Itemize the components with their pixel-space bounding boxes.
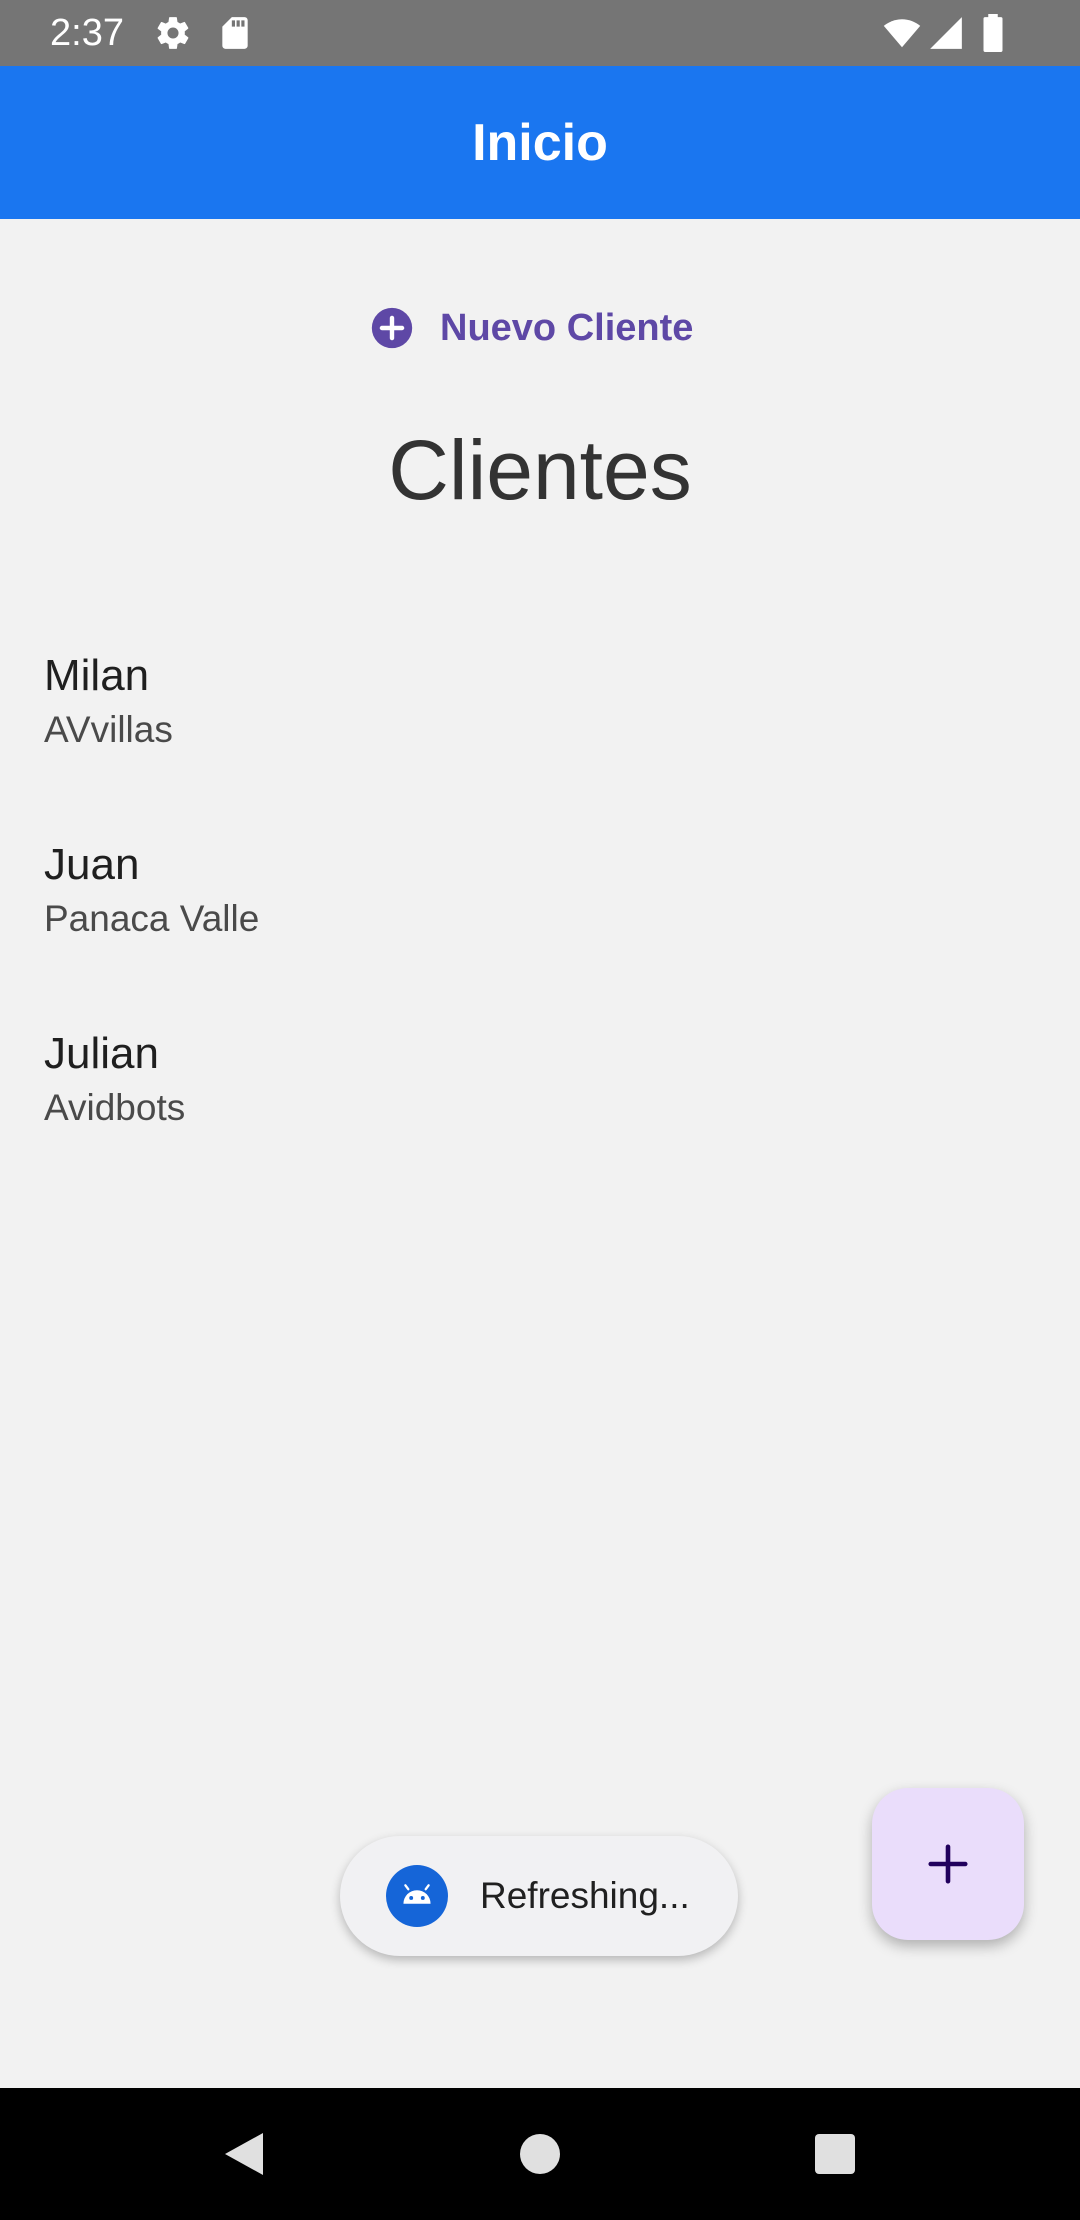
- app-title: Inicio: [472, 113, 608, 172]
- wifi-icon: [880, 14, 924, 52]
- recents-icon: [815, 2134, 855, 2174]
- back-icon: [225, 2133, 263, 2175]
- plus-icon: [928, 1844, 968, 1884]
- list-item[interactable]: Julian Avidbots: [0, 1018, 1080, 1207]
- new-client-label: Nuevo Cliente: [440, 306, 694, 349]
- signal-icon: [926, 14, 966, 52]
- list-item[interactable]: Milan AVvillas: [0, 640, 1080, 829]
- client-company: Panaca Valle: [44, 898, 260, 939]
- home-icon: [520, 2134, 560, 2174]
- client-company: AVvillas: [44, 709, 173, 750]
- back-button[interactable]: [204, 2114, 284, 2194]
- navigation-bar: [0, 2088, 1080, 2220]
- recents-button[interactable]: [795, 2114, 875, 2194]
- android-icon: [386, 1865, 448, 1927]
- app-bar: Inicio: [0, 66, 1080, 219]
- page-title: Clientes: [388, 423, 692, 517]
- status-bar: 2:37: [0, 0, 1080, 66]
- home-button[interactable]: [500, 2114, 580, 2194]
- gear-icon: [154, 14, 192, 52]
- sd-card-icon: [216, 14, 254, 52]
- new-client-button[interactable]: Nuevo Cliente: [370, 296, 693, 360]
- battery-icon: [978, 14, 1008, 52]
- refresh-toast: Refreshing...: [340, 1836, 738, 1956]
- app-screen: 2:37 Inicio Nuevo Cliente Clientes Milan: [0, 0, 1080, 2220]
- add-client-fab[interactable]: [872, 1788, 1024, 1940]
- client-list: Milan AVvillas Juan Panaca Valle Julian …: [0, 640, 1080, 1207]
- client-name: Juan: [44, 840, 140, 889]
- client-name: Milan: [44, 651, 150, 700]
- client-name: Julian: [44, 1029, 159, 1078]
- client-company: Avidbots: [44, 1087, 186, 1128]
- list-item[interactable]: Juan Panaca Valle: [0, 829, 1080, 1018]
- toast-message: Refreshing...: [480, 1875, 690, 1916]
- status-time: 2:37: [50, 12, 124, 54]
- add-circle-icon: [370, 306, 414, 350]
